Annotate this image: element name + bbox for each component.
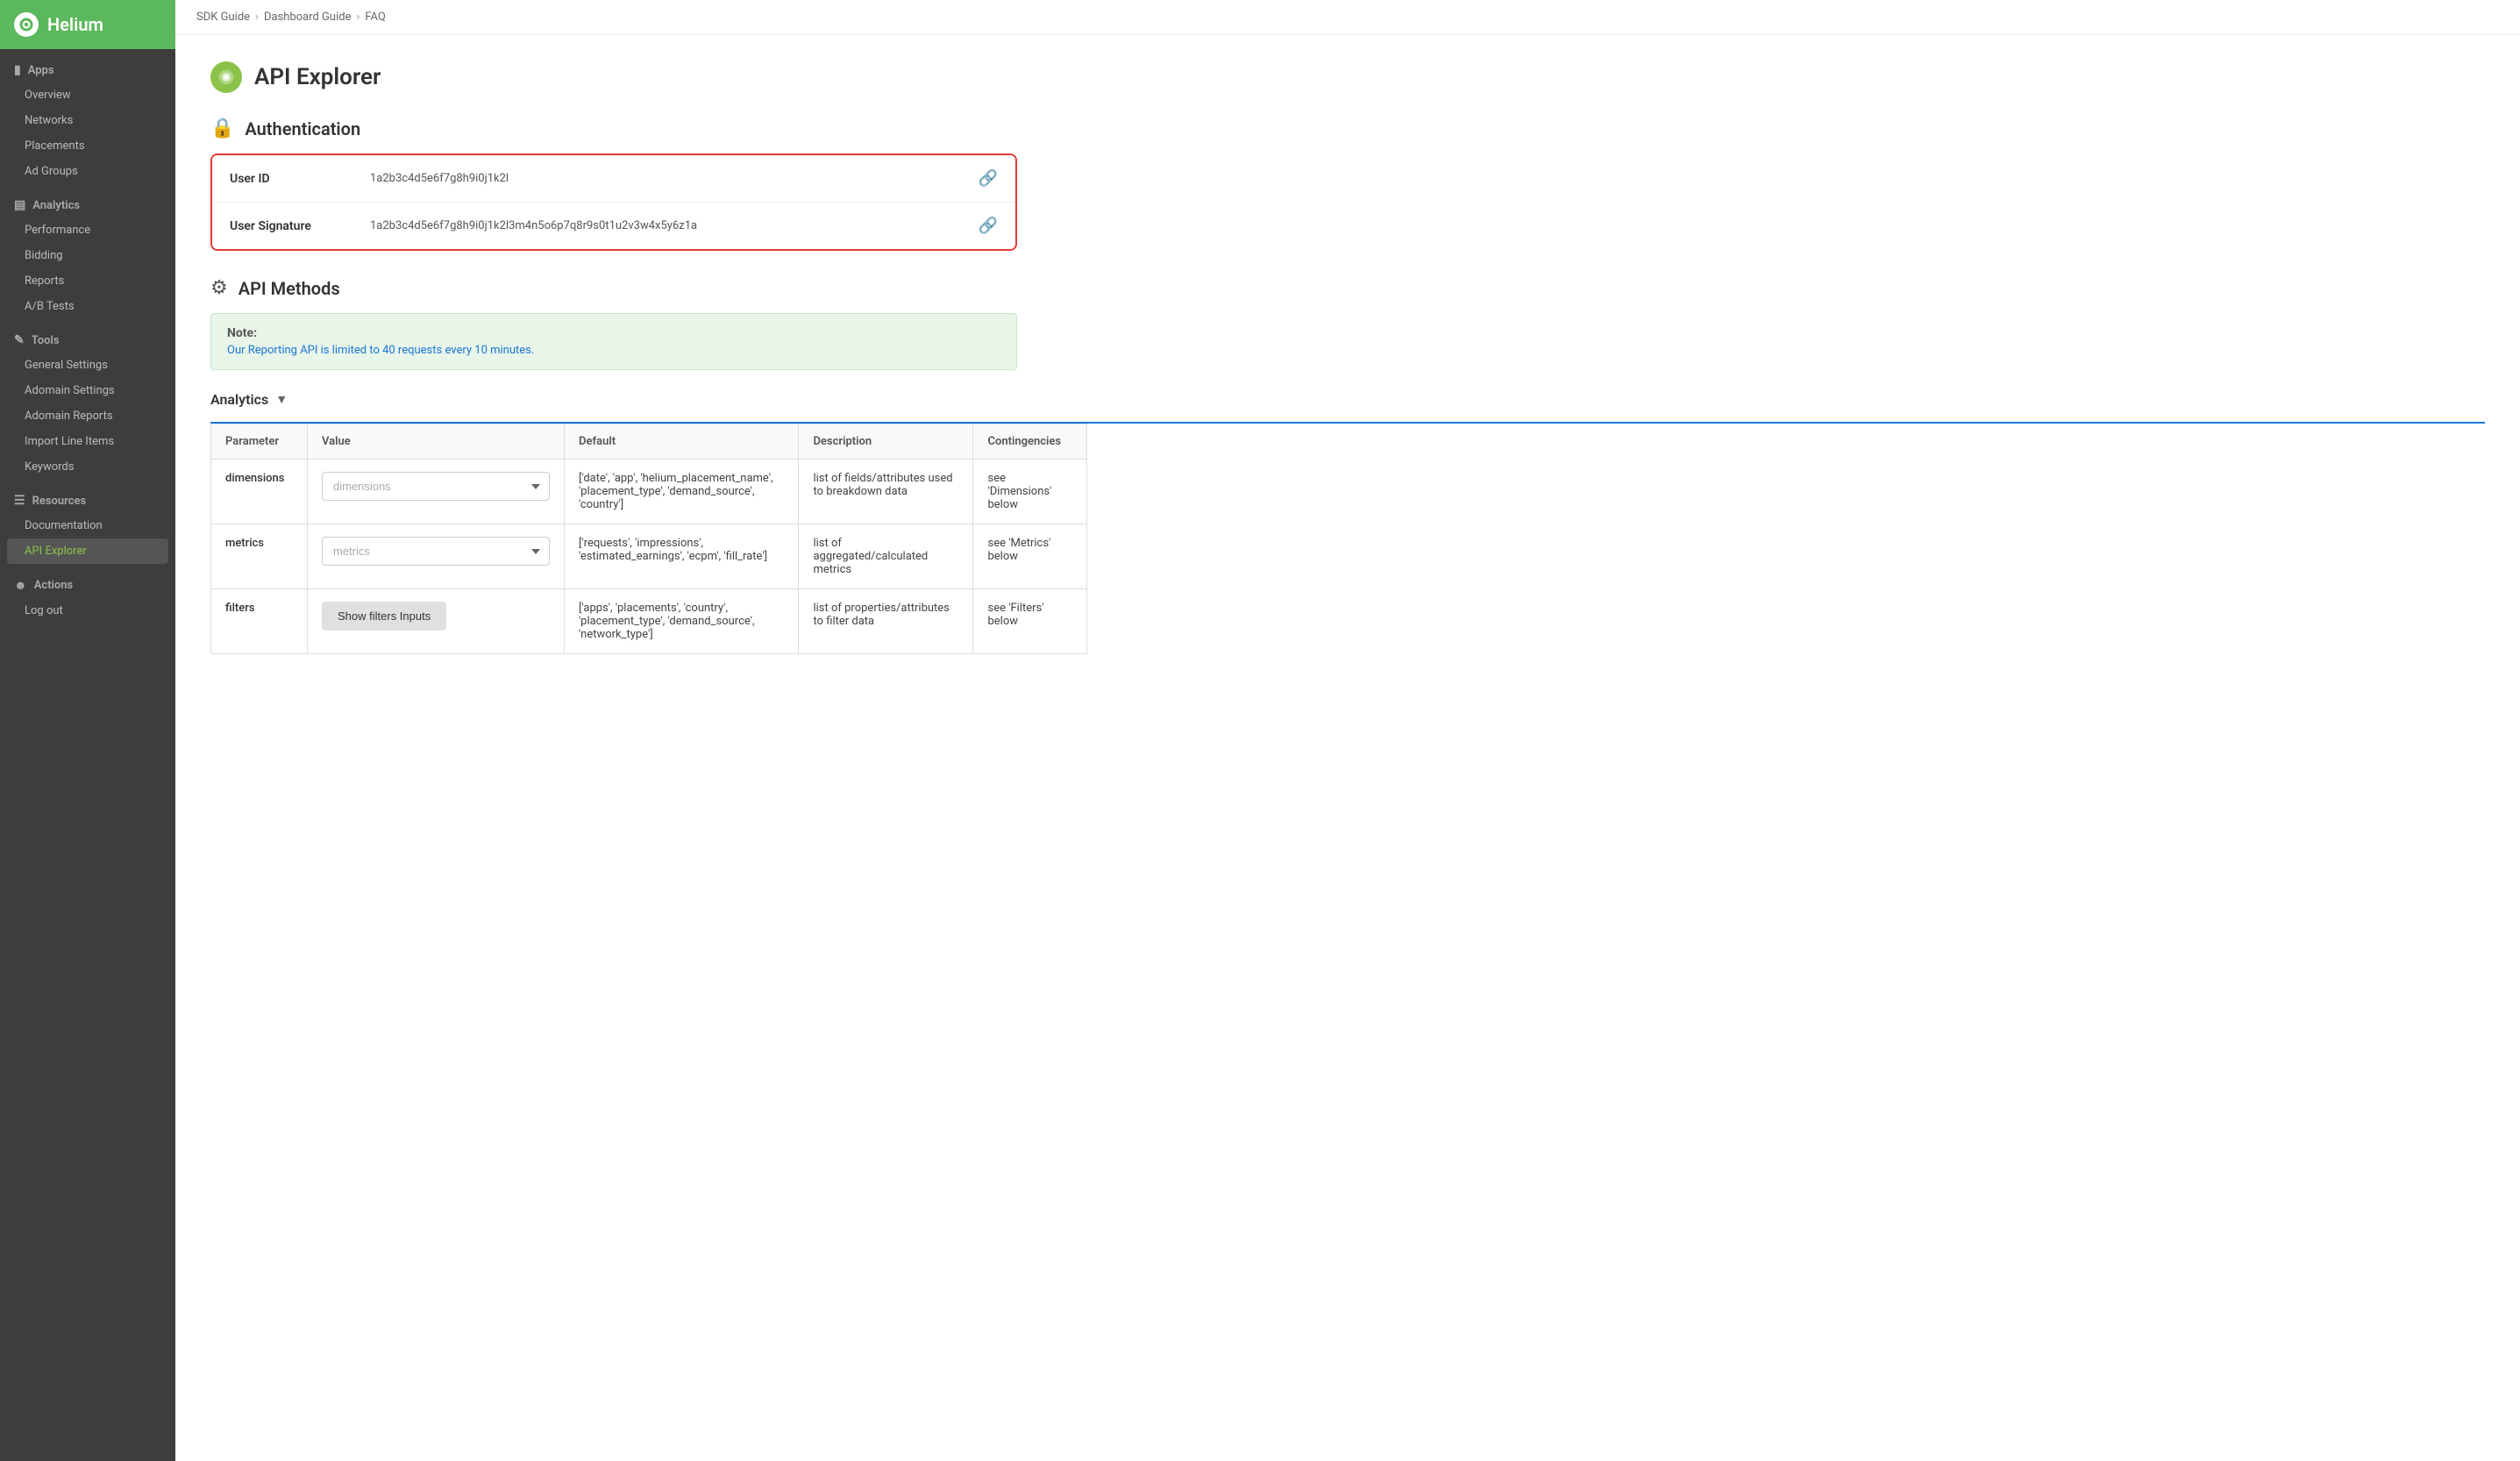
sidebar: Helium ▮ Apps Overview Networks Placemen… [0, 0, 175, 1461]
sidebar-section-resources: ☰ Resources [0, 480, 175, 513]
wrench-icon: ✎ [14, 333, 25, 347]
auth-section-header: 🔒 Authentication [210, 118, 2485, 139]
analytics-dropdown[interactable]: Analytics ▼ [210, 391, 2485, 408]
col-header-description: Description [799, 424, 973, 460]
auth-label-userid: User ID [230, 172, 370, 186]
copy-link-icon-signature[interactable]: 🔗 [979, 217, 998, 235]
sidebar-item-networks[interactable]: Networks [0, 108, 175, 133]
sidebar-item-adgroups[interactable]: Ad Groups [0, 159, 175, 184]
table-row: dimensions dimensions ['date', 'app', 'h… [211, 460, 1087, 524]
sidebar-item-keywords[interactable]: Keywords [0, 454, 175, 480]
note-box: Note: Our Reporting API is limited to 40… [210, 313, 1017, 370]
desc-metrics: list of aggregated/calculated metrics [799, 524, 973, 589]
sidebar-section-apps: ▮ Apps [0, 49, 175, 82]
sidebar-item-general-settings[interactable]: General Settings [0, 353, 175, 378]
auth-section-title: Authentication [245, 118, 360, 139]
sidebar-item-adomain-settings[interactable]: Adomain Settings [0, 378, 175, 403]
default-dimensions: ['date', 'app', 'helium_placement_name',… [565, 460, 799, 524]
copy-link-icon-userid[interactable]: 🔗 [979, 169, 998, 188]
param-metrics: metrics [211, 524, 308, 589]
helium-logo [14, 12, 39, 37]
col-header-default: Default [565, 424, 799, 460]
breadcrumb-sep-1: › [255, 11, 259, 24]
sidebar-item-overview[interactable]: Overview [0, 82, 175, 108]
cont-metrics: see 'Metrics' below [973, 524, 1087, 589]
sidebar-item-performance[interactable]: Performance [0, 217, 175, 243]
chart-icon: ▤ [14, 198, 25, 212]
menu-icon: ☰ [14, 494, 25, 508]
lock-icon: 🔒 [210, 118, 234, 139]
param-filters: filters [211, 589, 308, 654]
page-title: API Explorer [254, 64, 381, 90]
auth-row-userid: User ID 1a2b3c4d5e6f7g8h9i0j1k2l 🔗 [212, 155, 1015, 203]
gear-icon: ⚙︎ [210, 277, 228, 299]
col-header-value: Value [308, 424, 565, 460]
mobile-icon: ▮ [14, 63, 21, 77]
breadcrumb-faq: FAQ [365, 11, 385, 24]
param-dimensions: dimensions [211, 460, 308, 524]
breadcrumb-sep-2: › [356, 11, 359, 24]
cont-dimensions: see 'Dimensions' below [973, 460, 1087, 524]
metrics-select[interactable]: metrics [322, 537, 550, 566]
api-explorer-icon [210, 61, 242, 93]
api-methods-title: API Methods [238, 278, 340, 299]
table-row: filters Show filters Inputs ['apps', 'pl… [211, 589, 1087, 654]
sidebar-section-analytics: ▤ Analytics [0, 184, 175, 217]
analytics-label: Analytics [210, 391, 268, 408]
breadcrumb-sdk: SDK Guide [196, 11, 250, 24]
breadcrumb-dashboard: Dashboard Guide [264, 11, 352, 24]
page-content: API Explorer 🔒 Authentication User ID 1a… [175, 35, 2520, 1461]
value-filters: Show filters Inputs [308, 589, 565, 654]
desc-filters: list of properties/attributes to filter … [799, 589, 973, 654]
sidebar-item-api-explorer[interactable]: API Explorer [7, 538, 168, 564]
cont-filters: see 'Filters' below [973, 589, 1087, 654]
app-name: Helium [47, 14, 103, 35]
table-row: metrics metrics ['requests', 'impression… [211, 524, 1087, 589]
breadcrumb: SDK Guide › Dashboard Guide › FAQ [175, 0, 2520, 35]
api-methods-header: ⚙︎ API Methods [210, 277, 2485, 299]
auth-row-signature: User Signature 1a2b3c4d5e6f7g8h9i0j1k2l3… [212, 203, 1015, 249]
auth-value-userid: 1a2b3c4d5e6f7g8h9i0j1k2l [370, 172, 979, 185]
api-table: Parameter Value Default Description Cont… [210, 424, 1087, 654]
sidebar-item-reports[interactable]: Reports [0, 268, 175, 294]
default-filters: ['apps', 'placements', 'country', 'place… [565, 589, 799, 654]
page-title-row: API Explorer [210, 61, 2485, 93]
sidebar-item-abtests[interactable]: A/B Tests [0, 294, 175, 319]
default-metrics: ['requests', 'impressions', 'estimated_e… [565, 524, 799, 589]
show-filters-button[interactable]: Show filters Inputs [322, 602, 446, 631]
sidebar-section-actions: ☻ Actions [0, 564, 175, 598]
value-metrics: metrics [308, 524, 565, 589]
desc-dimensions: list of fields/attributes used to breakd… [799, 460, 973, 524]
col-header-contingencies: Contingencies [973, 424, 1087, 460]
sidebar-item-import-line-items[interactable]: Import Line Items [0, 429, 175, 454]
note-text: Our Reporting API is limited to 40 reque… [227, 344, 1000, 357]
sidebar-item-placements[interactable]: Placements [0, 133, 175, 159]
api-table-wrapper: Parameter Value Default Description Cont… [210, 422, 2485, 654]
value-dimensions: dimensions [308, 460, 565, 524]
sidebar-item-logout[interactable]: Log out [0, 598, 175, 624]
sidebar-item-bidding[interactable]: Bidding [0, 243, 175, 268]
note-title: Note: [227, 326, 1000, 340]
dimensions-select[interactable]: dimensions [322, 472, 550, 501]
sidebar-item-documentation[interactable]: Documentation [0, 513, 175, 538]
main-content: SDK Guide › Dashboard Guide › FAQ API Ex… [175, 0, 2520, 1461]
col-header-parameter: Parameter [211, 424, 308, 460]
sidebar-item-adomain-reports[interactable]: Adomain Reports [0, 403, 175, 429]
table-header-row: Parameter Value Default Description Cont… [211, 424, 1087, 460]
chevron-down-icon: ▼ [275, 392, 288, 407]
sidebar-section-tools: ✎ Tools [0, 319, 175, 353]
auth-label-signature: User Signature [230, 219, 370, 233]
auth-value-signature: 1a2b3c4d5e6f7g8h9i0j1k2l3m4n5o6p7q8r9s0t… [370, 219, 979, 232]
sidebar-header: Helium [0, 0, 175, 49]
api-methods-section: ⚙︎ API Methods Note: Our Reporting API i… [210, 277, 2485, 654]
auth-box: User ID 1a2b3c4d5e6f7g8h9i0j1k2l 🔗 User … [210, 153, 1017, 251]
user-icon: ☻ [14, 578, 27, 593]
